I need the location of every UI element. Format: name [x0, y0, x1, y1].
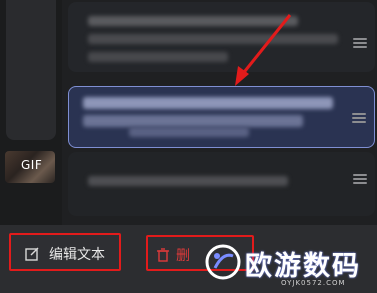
edit-icon — [25, 247, 39, 261]
delete-label: 删 — [176, 248, 190, 264]
clipboard-item[interactable] — [68, 152, 375, 216]
watermark-title: 欧游数码 — [245, 251, 361, 282]
edit-text-button[interactable]: 编辑文本 — [9, 233, 121, 271]
drag-handle-icon[interactable] — [353, 38, 367, 48]
gif-thumbnail[interactable]: GIF — [5, 151, 55, 183]
watermark-logo-icon — [205, 244, 241, 280]
drag-handle-icon[interactable] — [353, 174, 367, 184]
drag-handle-icon[interactable] — [352, 113, 366, 123]
sidebar-panel — [6, 0, 56, 140]
trash-icon — [157, 248, 169, 262]
watermark-subtitle: OYJK0572.COM — [281, 279, 346, 287]
clipboard-item[interactable] — [68, 2, 375, 72]
watermark: 欧游数码 OYJK0572.COM — [197, 236, 377, 293]
clipboard-item-selected[interactable] — [68, 86, 375, 148]
edit-text-label: 编辑文本 — [49, 247, 105, 263]
gif-badge: GIF — [21, 158, 43, 172]
annotation-arrow — [235, 14, 292, 86]
